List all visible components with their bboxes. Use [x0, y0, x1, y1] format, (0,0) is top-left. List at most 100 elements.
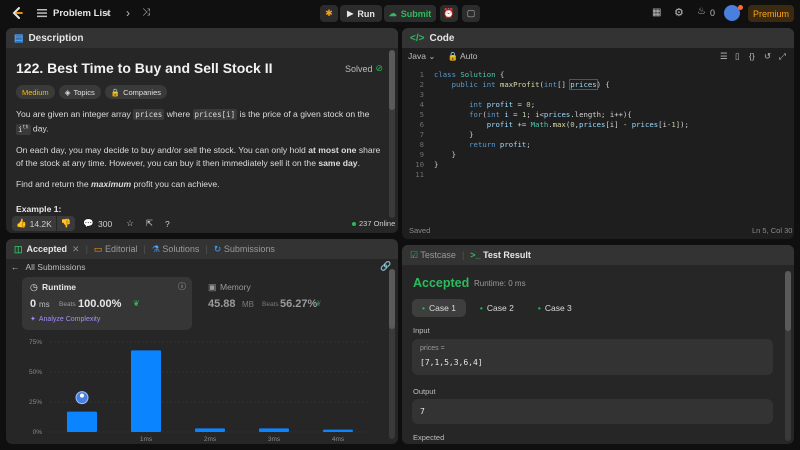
p1-text-d: day.	[30, 123, 49, 134]
reset-icon[interactable]: ↺	[764, 51, 771, 62]
next-problem-icon[interactable]: ›	[126, 6, 130, 20]
test-result-panel: ☑ Testcase | >_ Test Result Accepted Run…	[402, 245, 794, 444]
runtime-label: Runtime	[42, 282, 76, 292]
tab-divider: |	[143, 244, 146, 254]
description-header: ▤ Description	[6, 28, 398, 48]
runtime-card[interactable]: ◷ Runtime ⓘ 0 ms Beats 100.00% ❦ ✦ Analy…	[22, 277, 192, 330]
code-tab[interactable]: Code	[429, 33, 454, 44]
p3-text-a: Find and return the	[16, 178, 92, 189]
description-panel: ▤ Description 122. Best Time to Buy and …	[6, 28, 398, 233]
description-scrollbar[interactable]	[389, 50, 395, 218]
chart-bar[interactable]	[259, 428, 289, 432]
lock-small-icon: 🔒	[447, 50, 459, 61]
comments-button[interactable]: 💬 300	[83, 218, 112, 229]
case-3-tab[interactable]: • Case 3	[528, 299, 582, 317]
problem-list-icon[interactable]	[36, 7, 48, 19]
settings-gear-icon[interactable]: ⚙	[674, 6, 684, 19]
close-tab-icon[interactable]: ✕	[72, 244, 80, 255]
tab-test-result[interactable]: >_ Test Result	[470, 250, 531, 260]
runtime-value: 0	[30, 298, 37, 310]
output-box[interactable]: 7	[412, 399, 773, 424]
tab-testcase[interactable]: ☑ Testcase	[410, 250, 456, 261]
star-icon[interactable]: ☆	[126, 218, 134, 229]
chart-bar[interactable]	[195, 428, 225, 432]
case-2-label: Case 2	[486, 303, 514, 313]
debug-button[interactable]: ✱	[320, 5, 338, 22]
flask-icon: ⚗	[151, 243, 160, 254]
description-tab[interactable]: Description	[28, 33, 83, 44]
dislike-button[interactable]: 👎	[56, 216, 76, 231]
comment-icon: 💬	[83, 218, 94, 228]
line-number: 5	[419, 110, 424, 119]
code-editor[interactable]: 1 2 3 4 5 6 7 8 9 10 11 class Solution {…	[402, 70, 794, 220]
layout-icon[interactable]: ▦	[652, 7, 661, 18]
braces-icon[interactable]: {}	[749, 51, 755, 61]
line-number: 6	[419, 120, 424, 129]
help-icon[interactable]: ?	[165, 219, 170, 229]
memory-card[interactable]: ▣ Memory 45.88 MB Beats 56.27% ❦	[200, 277, 380, 330]
cursor-position: Ln 5, Col 30	[752, 226, 793, 235]
tab-solutions[interactable]: ⚗ Solutions	[152, 244, 200, 255]
all-submissions-link[interactable]: ← All Submissions	[11, 262, 86, 272]
prev-problem-icon[interactable]: ‹	[106, 6, 110, 20]
tab-divider: |	[85, 244, 88, 254]
premium-button[interactable]: Premium	[748, 5, 794, 22]
case-2-tab[interactable]: • Case 2	[470, 299, 524, 317]
code-text[interactable]: class Solution { public int maxProfit(in…	[434, 70, 689, 170]
analyze-complexity-button[interactable]: ✦ Analyze Complexity	[30, 315, 100, 324]
auto-toggle[interactable]: 🔒 Auto	[447, 51, 477, 62]
test-scrollbar[interactable]	[785, 271, 791, 441]
timer-button[interactable]: ⏰	[440, 5, 458, 22]
format-icon[interactable]: ☰	[720, 51, 728, 62]
companies-chip[interactable]: 🔒 Companies	[104, 85, 168, 99]
topics-label: Topics	[73, 87, 95, 97]
x-tick-label: 4ms	[332, 436, 345, 443]
line-numbers: 1 2 3 4 5 6 7 8 9 10 11	[410, 70, 424, 180]
tab-testcase-label: Testcase	[420, 249, 456, 260]
submit-button[interactable]: ☁ Submit	[384, 5, 436, 22]
info-icon[interactable]: ⓘ	[178, 281, 186, 292]
description-scroll-thumb[interactable]	[389, 50, 395, 110]
expand-icon[interactable]: ⤢	[779, 51, 786, 62]
streak-fire-icon[interactable]: ♨	[697, 6, 706, 17]
shuffle-icon[interactable]: ⤨	[142, 7, 150, 18]
runtime-beats-value: 100.00%	[78, 298, 122, 310]
tab-editorial[interactable]: ▭ Editorial	[94, 244, 138, 255]
leetcode-logo[interactable]	[10, 6, 24, 20]
paragraph-3: Find and return the maximum profit you c…	[16, 178, 381, 191]
notes-button[interactable]: ▢	[462, 5, 480, 22]
run-button[interactable]: ▶ Run	[340, 5, 382, 22]
line-number: 11	[415, 170, 424, 179]
topics-chip[interactable]: ◈ Topics	[58, 85, 101, 99]
language-select[interactable]: Java ⌄	[408, 51, 435, 62]
tag-icon: ◈	[64, 87, 71, 97]
p2-bold-b: same day	[318, 157, 358, 168]
line-number: 4	[419, 100, 424, 109]
tab-submissions[interactable]: ↻ Submissions	[214, 244, 275, 255]
like-button[interactable]: 👍 14.2K	[12, 216, 56, 231]
chart-bar[interactable]	[131, 350, 161, 432]
submission-scrollbar[interactable]	[389, 269, 395, 439]
code-ith: ith	[16, 123, 31, 135]
auto-label: Auto	[459, 50, 478, 61]
chart-bar[interactable]	[323, 429, 353, 432]
chart-bar[interactable]	[67, 411, 97, 432]
paragraph-1: You are given an integer array prices wh…	[16, 108, 381, 136]
share-icon[interactable]: ⇱	[146, 218, 153, 229]
tab-accepted[interactable]: ◫ Accepted ✕	[14, 244, 80, 255]
submission-scroll-thumb[interactable]	[389, 269, 395, 329]
bookmark-icon[interactable]: ▯	[735, 51, 740, 62]
terminal-icon: >_	[470, 250, 481, 260]
your-submission-avatar-marker[interactable]	[75, 391, 89, 405]
input-box[interactable]: prices = [7,1,5,3,6,4]	[412, 339, 773, 375]
test-scroll-thumb[interactable]	[785, 271, 791, 331]
problem-title[interactable]: 122. Best Time to Buy and Sell Stock II	[16, 60, 273, 76]
line-number: 3	[419, 90, 424, 99]
submission-panel: ◫ Accepted ✕ | ▭ Editorial | ⚗ Solutions…	[6, 239, 398, 444]
thumbs-up-icon: 👍	[16, 218, 27, 228]
x-tick-label: 2ms	[204, 436, 217, 443]
case-1-tab[interactable]: • Case 1	[412, 299, 466, 317]
runtime-distribution-chart[interactable]: 75% 50% 25% 0% 1ms 2ms 3ms 4ms	[10, 336, 390, 444]
tab-divider: |	[205, 244, 208, 254]
problem-list-link[interactable]: Problem List	[53, 8, 111, 19]
